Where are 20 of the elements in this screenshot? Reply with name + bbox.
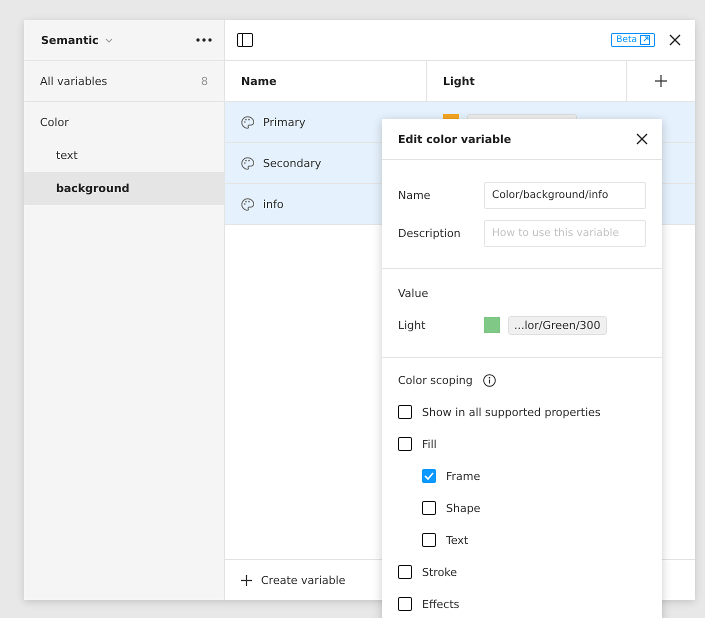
section-title: Color scoping [398,374,473,386]
checkbox-label: Frame [446,470,480,482]
checkbox-label: Stroke [422,566,458,578]
checkbox-label: Text [446,534,468,546]
variable-count: 8 [201,74,208,88]
checkbox-label: Fill [422,438,437,450]
field-label: Description [398,226,462,240]
checkbox-label: Shape [446,502,480,514]
variable-name: Primary [263,116,306,128]
section-title: Value [398,286,430,301]
mode-label: Light [398,318,426,332]
checkbox-label: Show in all supported properties [422,406,601,418]
column-header: Light [427,61,627,101]
all-variables-label: All variables [40,74,108,88]
checkbox-label: Effects [422,598,460,610]
field-label: Name [398,188,432,202]
column-header: Name [225,61,427,101]
variable-name: info [263,198,284,210]
variable-name: Secondary [263,156,322,170]
dialog-title: Edit color variable [398,132,512,146]
